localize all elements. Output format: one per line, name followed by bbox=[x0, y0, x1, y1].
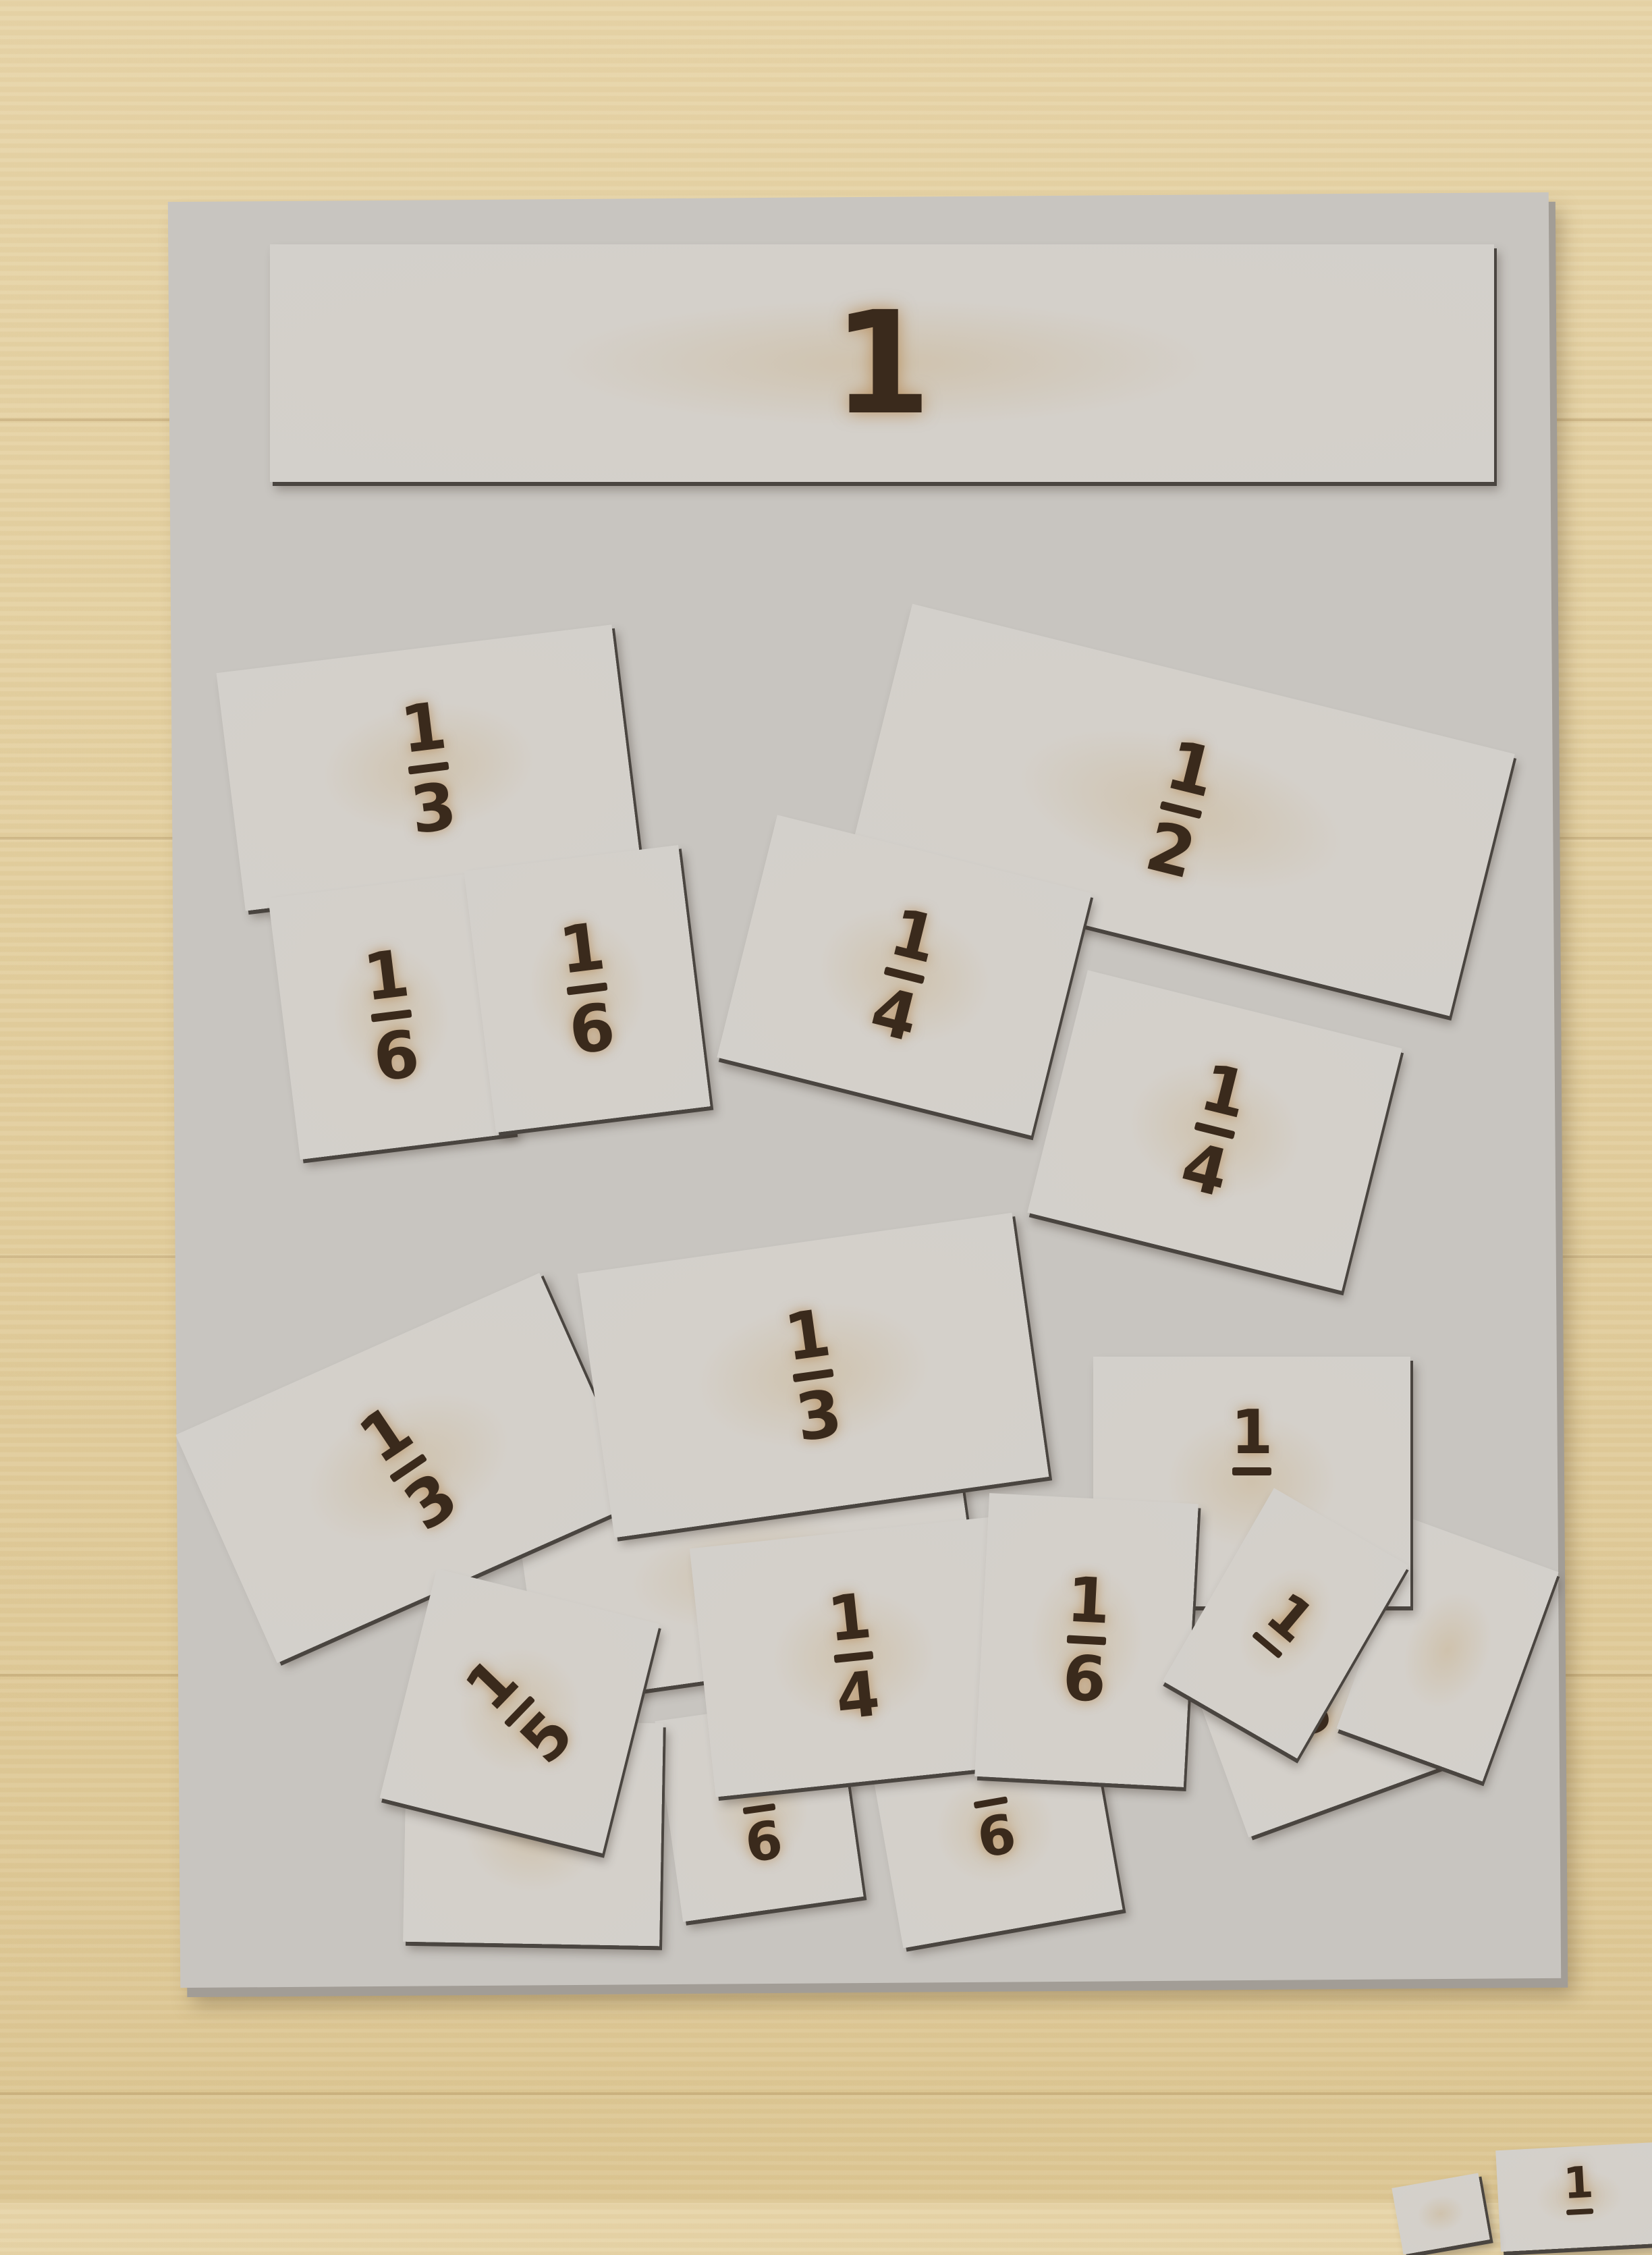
fraction-sixth-partial: 6 bbox=[971, 1792, 1021, 1870]
fraction-partial: 1 bbox=[1231, 1403, 1273, 1479]
whole-label: 1 bbox=[832, 280, 932, 446]
denominator: 6 bbox=[972, 1801, 1021, 1870]
denominator: 5 bbox=[506, 1697, 587, 1777]
denominator: 6 bbox=[1061, 1641, 1108, 1716]
corner-piece[interactable] bbox=[1392, 2173, 1490, 2255]
corner-piece[interactable]: 1 bbox=[1495, 2142, 1652, 2252]
fraction-bar bbox=[1566, 2208, 1594, 2216]
fraction-one-sixth: 1 6 bbox=[555, 908, 620, 1070]
sixth-piece[interactable]: 1 6 bbox=[464, 844, 711, 1133]
fraction-one-third: 1 3 bbox=[779, 1294, 847, 1457]
denominator: 4 bbox=[1174, 1127, 1236, 1212]
denominator: 3 bbox=[791, 1374, 847, 1457]
wood-grain-line bbox=[0, 2092, 1652, 2095]
fraction-one-third: 1 3 bbox=[346, 1390, 471, 1546]
denominator: 2 bbox=[1138, 806, 1204, 894]
fraction-one-fifth: 1 5 bbox=[451, 1644, 587, 1777]
sixth-piece[interactable]: 1 6 bbox=[974, 1493, 1199, 1787]
whole-bar-piece[interactable]: 1 bbox=[270, 244, 1494, 482]
fraction-partial: 1 bbox=[1562, 2157, 1595, 2219]
numerator: 1 bbox=[779, 1294, 835, 1376]
numerator: 1 bbox=[1159, 725, 1224, 813]
numerator: 1 bbox=[396, 687, 451, 768]
denominator: 6 bbox=[741, 1810, 787, 1875]
numerator: 1 bbox=[1193, 1049, 1256, 1134]
fraction-one-sixth: 1 6 bbox=[359, 935, 424, 1097]
fraction-partial: 1 bbox=[1248, 1579, 1327, 1664]
numerator: 1 bbox=[359, 935, 414, 1016]
numerator: 1 bbox=[824, 1579, 875, 1656]
numerator: 1 bbox=[1562, 2157, 1595, 2210]
fraction-one-half: 1 2 bbox=[1138, 725, 1224, 894]
fraction-one-sixth: 1 6 bbox=[1061, 1563, 1112, 1716]
denominator: 3 bbox=[406, 767, 461, 848]
denominator: 4 bbox=[832, 1657, 883, 1734]
fraction-one-quarter: 1 4 bbox=[824, 1579, 883, 1734]
numerator: 1 bbox=[1065, 1563, 1112, 1638]
fraction-bar bbox=[1232, 1467, 1271, 1475]
denominator: 6 bbox=[565, 988, 620, 1070]
quarter-piece[interactable]: 1 4 bbox=[689, 1517, 1018, 1797]
numerator: 1 bbox=[555, 908, 609, 989]
fraction-one-quarter: 1 4 bbox=[1174, 1049, 1256, 1212]
fraction-one-quarter: 1 4 bbox=[863, 894, 945, 1057]
denominator: 6 bbox=[369, 1015, 424, 1097]
numerator: 1 bbox=[1230, 1397, 1273, 1468]
denominator: 3 bbox=[391, 1457, 471, 1546]
denominator: 4 bbox=[863, 972, 926, 1057]
fraction-one-third: 1 3 bbox=[396, 687, 461, 848]
numerator: 1 bbox=[883, 894, 945, 979]
